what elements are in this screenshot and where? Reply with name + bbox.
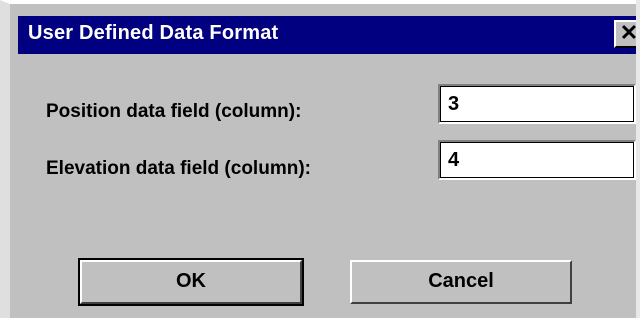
position-field-label: Position data field (column): — [46, 101, 302, 122]
elevation-field-label: Elevation data field (column): — [46, 158, 311, 179]
dialog-window: User Defined Data Format ✕ Position data… — [0, 0, 640, 318]
window-edge — [636, 0, 640, 318]
ok-button[interactable]: OK — [78, 258, 304, 306]
elevation-field-input[interactable] — [438, 140, 636, 180]
position-field-input[interactable] — [438, 84, 636, 124]
title-bar[interactable]: User Defined Data Format ✕ — [18, 16, 640, 54]
dialog-title: User Defined Data Format — [28, 22, 279, 44]
cancel-button[interactable]: Cancel — [350, 260, 572, 304]
